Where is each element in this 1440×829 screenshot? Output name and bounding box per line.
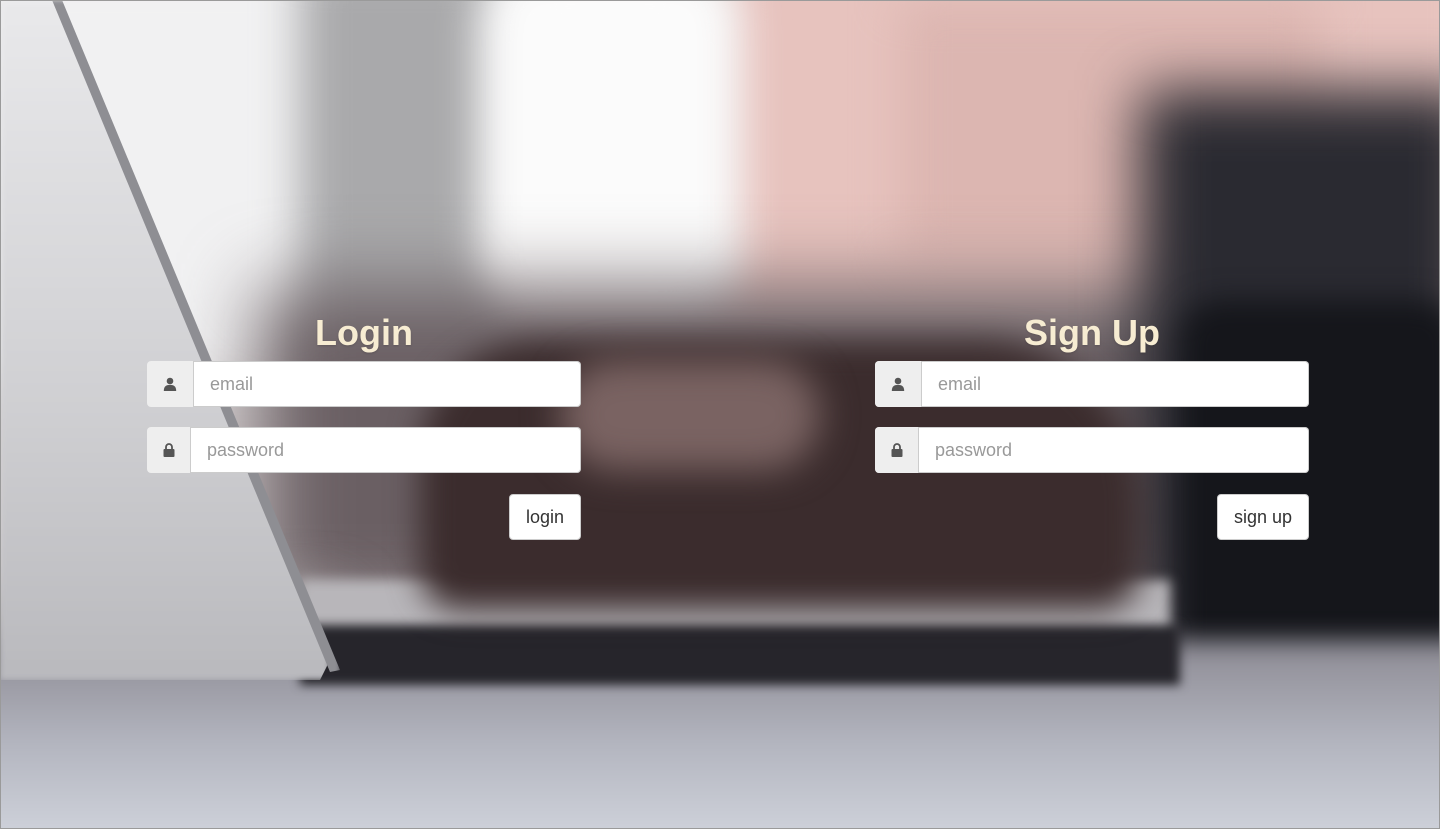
user-icon (875, 361, 922, 407)
signup-button[interactable]: sign up (1216, 494, 1309, 540)
signup-form: Sign Up sign up (875, 310, 1309, 540)
signup-password-group (875, 427, 1309, 473)
login-password-input[interactable] (191, 427, 581, 473)
login-button-row: login (147, 494, 581, 540)
signup-title: Sign Up (1024, 312, 1160, 353)
login-email-group (147, 361, 581, 407)
lock-icon (875, 427, 919, 473)
signup-email-input[interactable] (922, 361, 1309, 407)
user-icon (147, 361, 194, 407)
lock-icon (147, 427, 191, 473)
login-title: Login (315, 312, 413, 353)
signup-button-row: sign up (875, 494, 1309, 540)
signup-password-input[interactable] (919, 427, 1309, 473)
login-form: Login login (147, 310, 581, 540)
login-password-group (147, 427, 581, 473)
signup-email-group (875, 361, 1309, 407)
login-email-input[interactable] (194, 361, 581, 407)
login-button[interactable]: login (508, 494, 581, 540)
